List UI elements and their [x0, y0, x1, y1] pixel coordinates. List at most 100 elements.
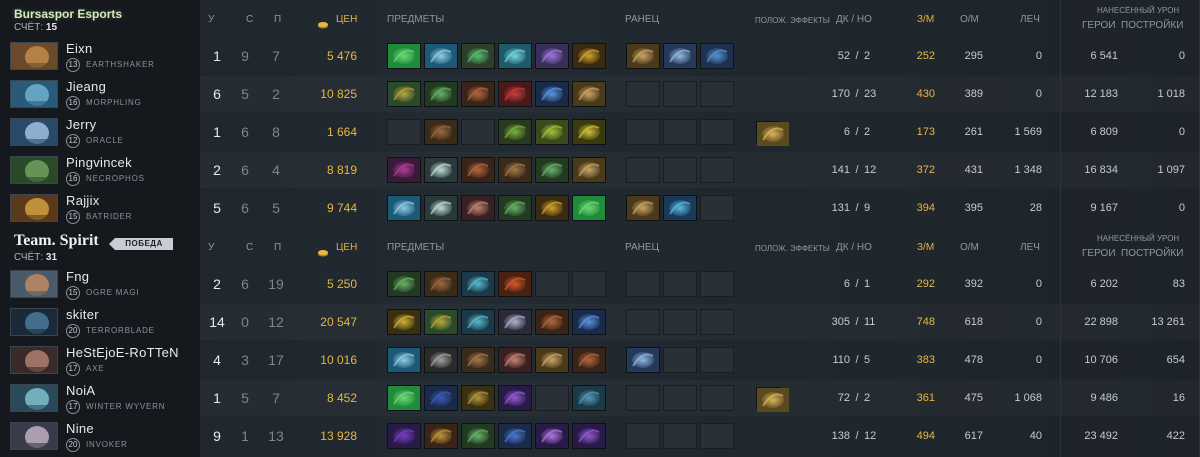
item-slot[interactable]	[387, 195, 421, 221]
item-slot[interactable]	[535, 157, 569, 183]
backpack-slot[interactable]	[663, 423, 697, 449]
item-slot[interactable]	[572, 309, 606, 335]
hero-portrait[interactable]	[10, 118, 58, 146]
backpack-slot[interactable]	[626, 195, 660, 221]
backpack-slot[interactable]	[700, 119, 734, 145]
networth-header[interactable]: ЦЕН	[336, 14, 357, 25]
item-slot[interactable]	[424, 81, 458, 107]
backpack-slot[interactable]	[663, 119, 697, 145]
item-slot[interactable]	[498, 309, 532, 335]
item-slot[interactable]	[424, 157, 458, 183]
item-slot[interactable]	[424, 271, 458, 297]
item-slot[interactable]	[535, 195, 569, 221]
hero-portrait[interactable]	[10, 422, 58, 450]
item-slot[interactable]	[387, 347, 421, 373]
item-slot[interactable]	[572, 81, 606, 107]
item-slot[interactable]	[387, 81, 421, 107]
player-name[interactable]: Jieang	[66, 79, 106, 94]
player-name[interactable]: HeStEjoE-RoTTeN	[66, 345, 179, 360]
tower-damage-header[interactable]: ПОСТРОЙКИ	[1121, 20, 1183, 31]
item-slot[interactable]	[461, 157, 495, 183]
backpack-slot[interactable]	[700, 43, 734, 69]
item-slot[interactable]	[461, 423, 495, 449]
player-name[interactable]: NoiA	[66, 383, 95, 398]
item-slot[interactable]	[424, 119, 458, 145]
item-slot[interactable]	[535, 309, 569, 335]
item-slot[interactable]	[461, 119, 495, 145]
player-name[interactable]: Pingvincek	[66, 155, 132, 170]
buff-icon[interactable]	[756, 387, 789, 412]
backpack-slot[interactable]	[663, 195, 697, 221]
player-card[interactable]: HeStEjoE-RoTTeN 17 AXE	[0, 342, 200, 378]
hero-portrait[interactable]	[10, 42, 58, 70]
backpack-slot[interactable]	[663, 347, 697, 373]
backpack-slot[interactable]	[626, 309, 660, 335]
item-slot[interactable]	[424, 309, 458, 335]
lasthits-denies-header[interactable]: ДК / НО	[836, 14, 872, 25]
item-slot[interactable]	[387, 309, 421, 335]
xpm-header[interactable]: З/М	[917, 242, 934, 253]
kills-header[interactable]: У	[208, 242, 214, 253]
backpack-slot[interactable]	[626, 347, 660, 373]
item-slot[interactable]	[498, 81, 532, 107]
item-slot[interactable]	[387, 385, 421, 411]
item-slot[interactable]	[387, 119, 421, 145]
item-slot[interactable]	[535, 119, 569, 145]
backpack-slot[interactable]	[663, 385, 697, 411]
player-card[interactable]: Rajjix 15 BATRIDER	[0, 190, 200, 226]
networth-header[interactable]: ЦЕН	[336, 242, 357, 253]
backpack-slot[interactable]	[700, 271, 734, 297]
items-header[interactable]: ПРЕДМЕТЫ	[387, 14, 444, 25]
item-slot[interactable]	[387, 157, 421, 183]
item-slot[interactable]	[387, 271, 421, 297]
player-name[interactable]: Nine	[66, 421, 94, 436]
player-name[interactable]: skiter	[66, 307, 99, 322]
item-slot[interactable]	[387, 423, 421, 449]
deaths-header[interactable]: С	[246, 242, 253, 253]
items-header[interactable]: ПРЕДМЕТЫ	[387, 242, 444, 253]
assists-header[interactable]: П	[274, 242, 281, 253]
item-slot[interactable]	[535, 81, 569, 107]
item-slot[interactable]	[572, 119, 606, 145]
player-card[interactable]: Fng 15 OGRE MAGI	[0, 266, 200, 302]
player-name[interactable]: Fng	[66, 269, 89, 284]
item-slot[interactable]	[572, 385, 606, 411]
item-slot[interactable]	[535, 347, 569, 373]
backpack-slot[interactable]	[626, 157, 660, 183]
player-card[interactable]: Jieang 16 MORPHLING	[0, 76, 200, 112]
player-card[interactable]: skiter 20 TERRORBLADE	[0, 304, 200, 340]
player-card[interactable]: NoiA 17 WINTER WYVERN	[0, 380, 200, 416]
kills-header[interactable]: У	[208, 14, 214, 25]
backpack-slot[interactable]	[700, 195, 734, 221]
backpack-slot[interactable]	[626, 423, 660, 449]
deaths-header[interactable]: С	[246, 14, 253, 25]
item-slot[interactable]	[498, 157, 532, 183]
backpack-slot[interactable]	[663, 81, 697, 107]
hero-portrait[interactable]	[10, 156, 58, 184]
item-slot[interactable]	[535, 385, 569, 411]
item-slot[interactable]	[572, 157, 606, 183]
backpack-header[interactable]: РАНЕЦ	[625, 14, 659, 25]
item-slot[interactable]	[572, 347, 606, 373]
player-card[interactable]: Pingvincek 16 NECROPHOS	[0, 152, 200, 188]
item-slot[interactable]	[461, 43, 495, 69]
hero-portrait[interactable]	[10, 270, 58, 298]
backpack-slot[interactable]	[700, 81, 734, 107]
backpack-header[interactable]: РАНЕЦ	[625, 242, 659, 253]
item-slot[interactable]	[498, 119, 532, 145]
backpack-slot[interactable]	[663, 157, 697, 183]
backpack-slot[interactable]	[626, 119, 660, 145]
item-slot[interactable]	[461, 309, 495, 335]
item-slot[interactable]	[424, 423, 458, 449]
item-slot[interactable]	[461, 347, 495, 373]
backpack-slot[interactable]	[626, 81, 660, 107]
item-slot[interactable]	[572, 271, 606, 297]
item-slot[interactable]	[498, 195, 532, 221]
item-slot[interactable]	[572, 195, 606, 221]
player-name[interactable]: Rajjix	[66, 193, 100, 208]
item-slot[interactable]	[535, 271, 569, 297]
backpack-slot[interactable]	[626, 43, 660, 69]
hero-portrait[interactable]	[10, 80, 58, 108]
backpack-slot[interactable]	[626, 271, 660, 297]
hero-portrait[interactable]	[10, 194, 58, 222]
